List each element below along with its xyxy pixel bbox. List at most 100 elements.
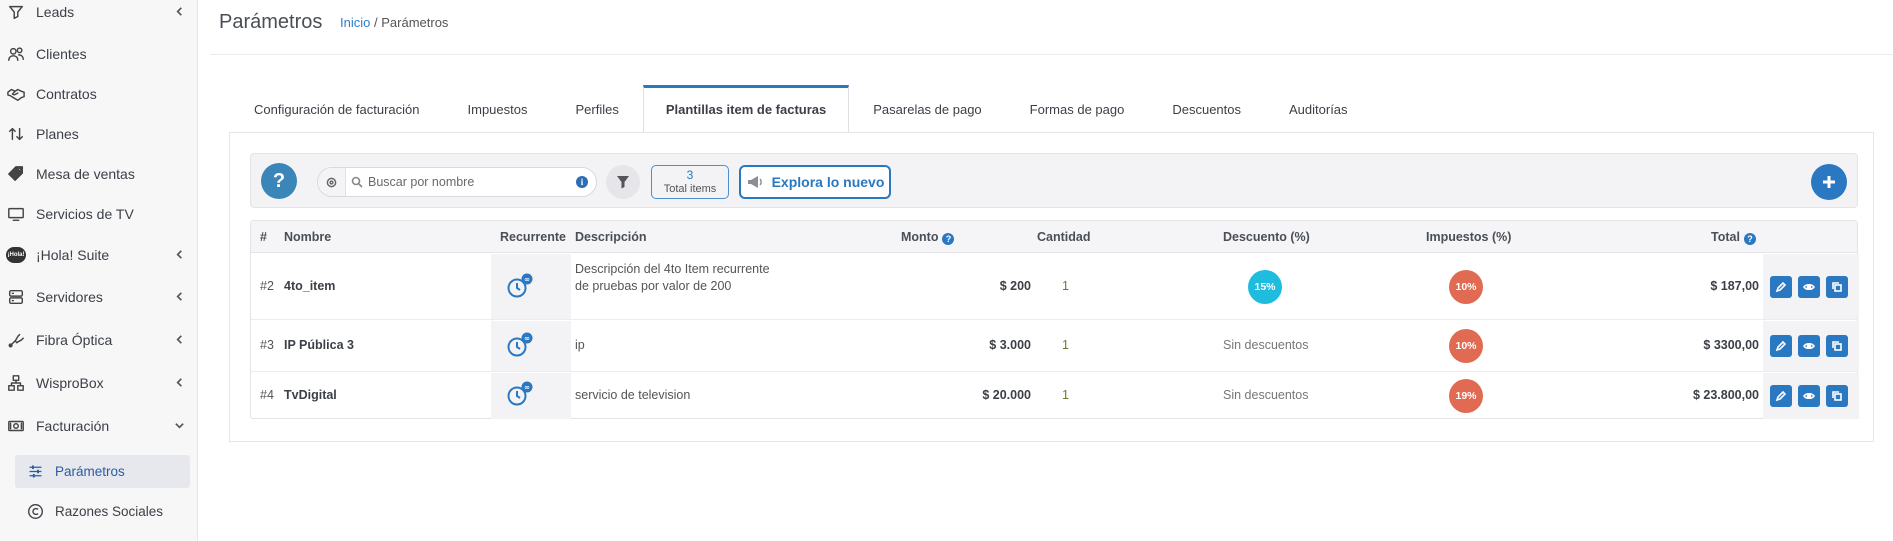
svg-text:∞: ∞ <box>524 384 530 392</box>
total-items-label: Total items <box>663 182 717 195</box>
sidebar-item-clientes[interactable]: Clientes <box>0 34 198 74</box>
sidebar-item-label: Mesa de ventas <box>36 166 135 182</box>
col-discount: Descuento (%) <box>1223 230 1310 244</box>
tax-badge: 19% <box>1449 379 1483 413</box>
filter-button[interactable] <box>606 165 640 199</box>
tab-impuestos[interactable]: Impuestos <box>444 85 552 133</box>
add-item-button[interactable] <box>1811 164 1847 200</box>
tax-badge: 10% <box>1449 270 1483 304</box>
page-header: Parámetros Inicio / Parámetros <box>210 0 1893 55</box>
tab-perfiles[interactable]: Perfiles <box>551 85 642 133</box>
svg-text:∞: ∞ <box>524 335 530 343</box>
edit-icon <box>1775 281 1787 293</box>
edit-button[interactable] <box>1770 385 1792 407</box>
sidebar-item-label: Fibra Óptica <box>36 332 113 348</box>
view-button[interactable] <box>1798 385 1820 407</box>
chevron-left-icon <box>172 290 186 305</box>
breadcrumb-current: Parámetros <box>381 15 449 30</box>
chevron-left-icon <box>172 333 186 348</box>
duplicate-button[interactable] <box>1826 385 1848 407</box>
tv-icon <box>6 204 26 224</box>
sidebar-item-mesa-de-ventas[interactable]: Mesa de ventas <box>0 154 198 194</box>
help-button[interactable]: ? <box>261 163 297 199</box>
view-button[interactable] <box>1798 335 1820 357</box>
tab-pasarelas-de-pago[interactable]: Pasarelas de pago <box>849 85 1005 133</box>
sidebar-item-fibra-optica[interactable]: Fibra Óptica <box>0 320 198 360</box>
row-amount: $ 3.000 <box>989 338 1031 352</box>
sidebar-item-servicios-de-tv[interactable]: Servicios de TV <box>0 194 198 234</box>
sidebar-item-contratos[interactable]: Contratos <box>0 74 198 114</box>
help-circle-icon[interactable]: ? <box>1743 233 1756 245</box>
explore-new-label: Explora lo nuevo <box>771 174 885 190</box>
breadcrumb-separator: / <box>373 15 378 30</box>
table-row: ∞ #2 4to_item Descripción del 4to Item r… <box>251 254 1859 320</box>
items-table: # Nombre Recurrente Descripción Monto? C… <box>250 220 1859 419</box>
sidebar-item-leads[interactable]: Leads <box>0 0 198 32</box>
tax-badge: 10% <box>1449 329 1483 363</box>
sidebar-item-label: Servicios de TV <box>36 206 134 222</box>
breadcrumb-home-link[interactable]: Inicio <box>340 15 370 30</box>
sidebar-item-label: Facturación <box>36 418 110 434</box>
search-input[interactable] <box>368 175 576 189</box>
sidebar-item-label: ¡Hola! Suite <box>36 247 110 263</box>
tab-descuentos[interactable]: Descuentos <box>1148 85 1265 133</box>
arrows-updown-icon <box>6 124 26 144</box>
sidebar: Leads Clientes Contratos Planes Mesa de … <box>0 0 198 541</box>
table-row: ∞ #4 TvDigital servicio de television $ … <box>251 373 1859 419</box>
tab-auditorias[interactable]: Auditorías <box>1265 85 1372 133</box>
sidebar-item-facturacion[interactable]: Facturación <box>0 406 198 446</box>
tab-configuracion-facturacion[interactable]: Configuración de facturación <box>230 85 444 133</box>
sidebar-subitem-razones-sociales[interactable]: Razones Sociales <box>15 495 190 528</box>
actions-cell <box>1763 254 1859 319</box>
info-icon[interactable]: i <box>576 176 588 188</box>
sidebar-item-planes[interactable]: Planes <box>0 114 198 154</box>
explore-new-button[interactable]: Explora lo nuevo <box>739 165 891 199</box>
users-icon <box>6 44 26 64</box>
copy-icon <box>1832 391 1842 401</box>
col-recurring: Recurrente <box>500 230 566 244</box>
row-quantity: 1 <box>1062 388 1069 402</box>
view-button[interactable] <box>1798 276 1820 298</box>
row-index: #3 <box>260 338 274 352</box>
server-icon <box>6 287 26 307</box>
sidebar-item-label: Leads <box>36 4 75 20</box>
toolbar: ? i 3 Total items Explora lo nuevo <box>250 153 1858 208</box>
fiber-icon <box>6 330 26 350</box>
col-taxes: Impuestos (%) <box>1426 230 1512 244</box>
table-header: # Nombre Recurrente Descripción Monto? C… <box>251 221 1857 253</box>
tab-formas-de-pago[interactable]: Formas de pago <box>1006 85 1149 133</box>
sidebar-item-hola-suite[interactable]: ¡Hola! ¡Hola! Suite <box>0 235 198 275</box>
col-amount-label: Monto <box>901 230 939 244</box>
edit-icon <box>1775 390 1787 402</box>
sidebar-item-wisprobox[interactable]: WisproBox <box>0 363 198 403</box>
actions-cell <box>1763 321 1859 371</box>
row-discount: Sin descuentos <box>1223 388 1309 402</box>
target-icon[interactable] <box>318 168 346 196</box>
edit-button[interactable] <box>1770 276 1792 298</box>
help-circle-icon[interactable]: ? <box>942 233 955 245</box>
sidebar-item-label: Contratos <box>36 86 97 102</box>
sidebar-item-servidores[interactable]: Servidores <box>0 277 198 317</box>
row-description: servicio de television <box>575 388 691 402</box>
row-total: $ 187,00 <box>1710 279 1759 293</box>
tab-plantillas-item-facturas[interactable]: Plantillas item de facturas <box>642 85 850 133</box>
row-index: #4 <box>260 388 274 402</box>
col-quantity: Cantidad <box>1037 230 1091 244</box>
total-items-counter: 3 Total items <box>651 165 729 199</box>
edit-button[interactable] <box>1770 335 1792 357</box>
sidebar-item-label: Clientes <box>36 46 87 62</box>
duplicate-button[interactable] <box>1826 276 1848 298</box>
sidebar-item-label: Planes <box>36 126 79 142</box>
copy-icon <box>1832 341 1842 351</box>
col-name[interactable]: Nombre <box>284 221 331 253</box>
eye-icon <box>1803 342 1815 350</box>
sidebar-subitem-parametros[interactable]: Parámetros <box>15 455 190 488</box>
row-name: 4to_item <box>284 279 336 293</box>
sidebar-subitem-label: Parámetros <box>55 464 125 479</box>
duplicate-button[interactable] <box>1826 335 1848 357</box>
row-name: TvDigital <box>284 388 337 402</box>
copy-icon <box>1832 282 1842 292</box>
handshake-icon <box>6 84 26 104</box>
megaphone-icon <box>747 176 762 188</box>
recurring-clock-icon: ∞ <box>506 381 534 407</box>
